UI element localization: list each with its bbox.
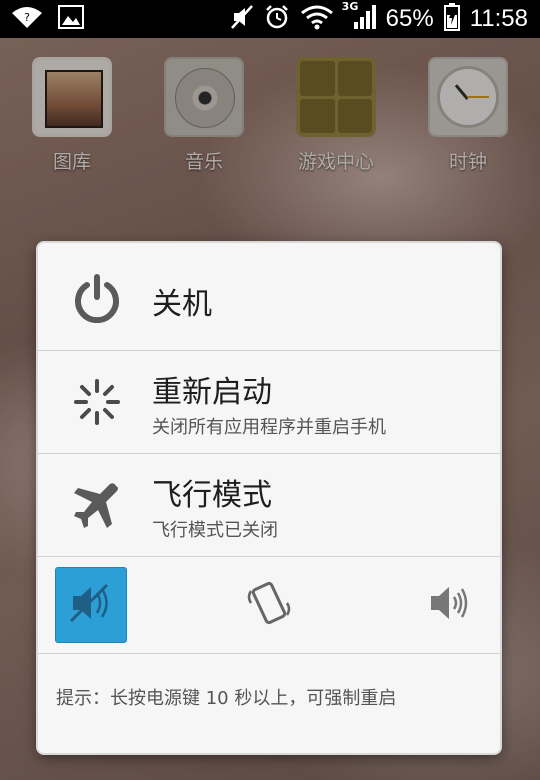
airplane-icon <box>72 482 122 532</box>
sound-mode-button[interactable] <box>413 567 485 643</box>
battery-charging-icon <box>443 3 460 35</box>
power-icon <box>72 273 122 324</box>
airplane-mode-title: 飞行模式 <box>152 478 272 513</box>
speaker-icon <box>425 581 473 629</box>
svg-text:?: ? <box>24 11 30 24</box>
power-menu-dialog: 关机 重新启动 关闭所有应用程序并重启手机 飞行模式 飞行模式已关闭 提示：长按… <box>38 243 500 753</box>
power-off-title: 关机 <box>152 287 212 322</box>
sound-mode-row <box>38 557 500 654</box>
alarm-icon <box>264 4 290 34</box>
silent-icon <box>67 581 115 629</box>
force-restart-hint: 提示：长按电源键 10 秒以上，可强制重启 <box>56 688 397 709</box>
mute-icon <box>230 4 254 34</box>
status-bar: ? 3G 65% 11:58 <box>0 0 540 38</box>
airplane-mode-option[interactable]: 飞行模式 飞行模式已关闭 <box>38 454 500 557</box>
reboot-option[interactable]: 重新启动 关闭所有应用程序并重启手机 <box>38 351 500 454</box>
image-notification-icon <box>58 5 84 33</box>
signal-icon: 3G <box>342 0 376 34</box>
vibrate-mode-button[interactable] <box>233 567 305 643</box>
reboot-title: 重新启动 <box>152 375 272 410</box>
clock-time: 11:58 <box>469 5 528 32</box>
reboot-subtitle: 关闭所有应用程序并重启手机 <box>152 417 386 438</box>
power-off-option[interactable]: 关机 <box>38 243 500 351</box>
vibrate-icon <box>245 577 293 633</box>
silent-mode-button[interactable] <box>55 567 127 643</box>
wifi-question-icon: ? <box>10 4 44 34</box>
battery-percent: 65% <box>385 5 434 32</box>
reboot-icon <box>72 377 122 427</box>
airplane-mode-subtitle: 飞行模式已关闭 <box>152 520 278 541</box>
wifi-icon <box>300 4 334 34</box>
network-type-label: 3G <box>341 0 359 13</box>
